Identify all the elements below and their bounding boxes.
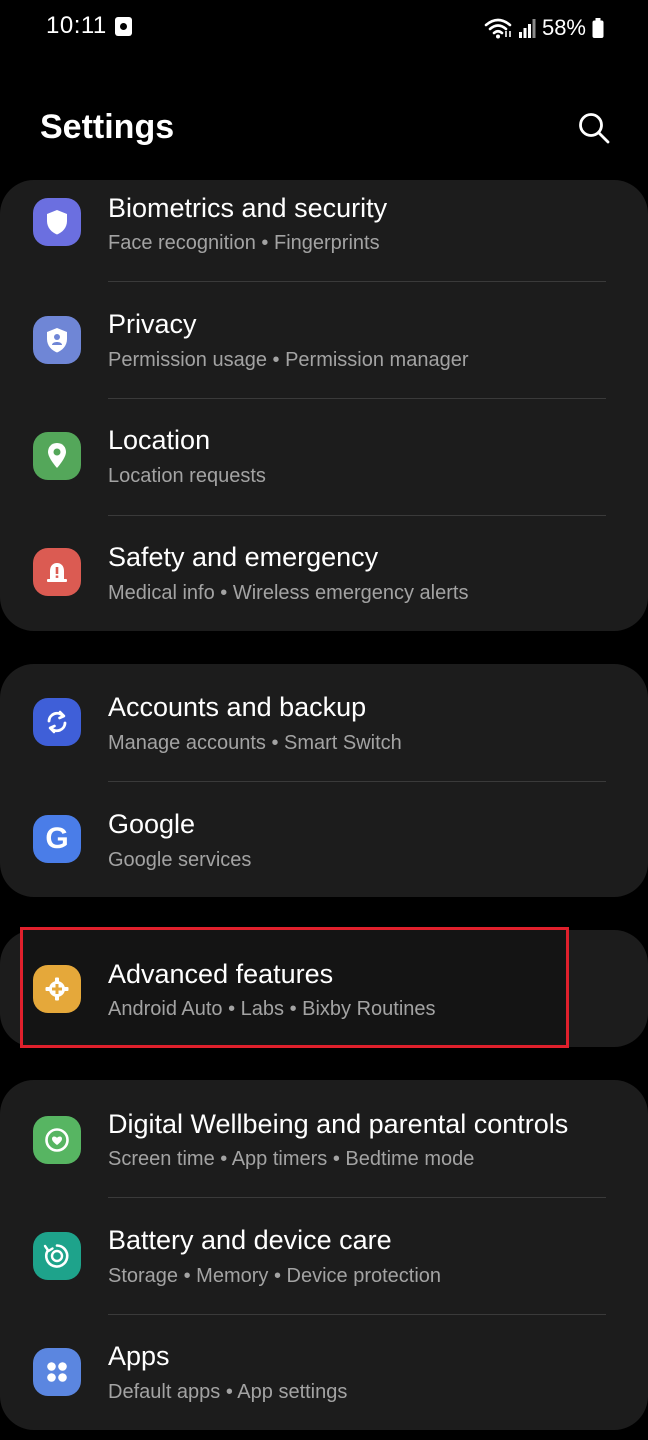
- device-care-icon: [33, 1232, 81, 1280]
- settings-group-device: Digital Wellbeing and parental controls …: [0, 1080, 648, 1430]
- advanced-features-item[interactable]: Advanced features Android Auto • Labs • …: [0, 930, 648, 1047]
- heart-circle-icon: [33, 1116, 81, 1164]
- item-subtitle: Face recognition • Fingerprints: [108, 232, 380, 254]
- privacy-shield-icon: [33, 316, 81, 364]
- item-subtitle: Storage • Memory • Device protection: [108, 1265, 442, 1287]
- apps-item[interactable]: Apps Default apps • App settings: [0, 1315, 648, 1430]
- item-title: Apps: [108, 1341, 170, 1371]
- item-title: Biometrics and security: [108, 193, 388, 223]
- settings-group-security: Biometrics and security Face recognition…: [0, 180, 648, 631]
- shield-icon: [33, 198, 81, 246]
- search-icon: [579, 113, 610, 144]
- signal-icon: [518, 19, 536, 38]
- sync-icon: [33, 698, 81, 746]
- battery-percentage: 58%: [541, 15, 586, 40]
- battery-and-device-care-item[interactable]: Battery and device care Storage • Memory…: [0, 1198, 648, 1314]
- status-time: 10:11: [46, 12, 107, 39]
- item-title: Google: [108, 809, 196, 839]
- item-subtitle: Default apps • App settings: [108, 1381, 348, 1403]
- item-title: Digital Wellbeing and parental controls: [108, 1109, 569, 1139]
- biometrics-and-security-item[interactable]: Biometrics and security Face recognition…: [0, 180, 648, 282]
- item-subtitle: Google services: [108, 849, 252, 871]
- item-subtitle: Screen time • App timers • Bedtime mode: [108, 1148, 475, 1170]
- privacy-item[interactable]: Privacy Permission usage • Permission ma…: [0, 282, 648, 398]
- digital-wellbeing-item[interactable]: Digital Wellbeing and parental controls …: [0, 1080, 648, 1197]
- safety-and-emergency-item[interactable]: Safety and emergency Medical info • Wire…: [0, 516, 648, 631]
- item-title: Accounts and backup: [108, 692, 367, 722]
- page-title: Settings: [40, 108, 175, 146]
- battery-icon: [592, 18, 604, 38]
- item-title: Privacy: [108, 309, 197, 339]
- item-subtitle: Medical info • Wireless emergency alerts: [108, 582, 469, 604]
- accounts-and-backup-item[interactable]: Accounts and backup Manage accounts • Sm…: [0, 664, 648, 780]
- item-subtitle: Location requests: [108, 465, 266, 487]
- plus-gear-icon: [33, 965, 81, 1013]
- settings-group-accounts: Accounts and backup Manage accounts • Sm…: [0, 664, 648, 897]
- status-bar: 10:11 58%: [0, 0, 648, 56]
- siren-icon: [33, 548, 81, 596]
- item-subtitle: Android Auto • Labs • Bixby Routines: [108, 998, 436, 1020]
- location-pin-icon: [33, 432, 81, 480]
- location-item[interactable]: Location Location requests: [0, 399, 648, 515]
- item-title: Advanced features: [108, 959, 334, 989]
- search-button[interactable]: [572, 106, 616, 150]
- apps-grid-icon: [33, 1348, 81, 1396]
- item-title: Location: [108, 425, 211, 455]
- notification-icon: [115, 17, 132, 36]
- item-title: Battery and device care: [108, 1225, 392, 1255]
- header: Settings: [0, 90, 648, 170]
- item-title: Safety and emergency: [108, 542, 379, 572]
- google-g-icon: G: [33, 815, 81, 863]
- item-subtitle: Manage accounts • Smart Switch: [108, 732, 402, 754]
- status-indicators: 58%: [484, 13, 604, 43]
- google-item[interactable]: G Google Google services: [0, 782, 648, 897]
- item-subtitle: Permission usage • Permission manager: [108, 349, 469, 371]
- wifi-icon: [484, 18, 512, 39]
